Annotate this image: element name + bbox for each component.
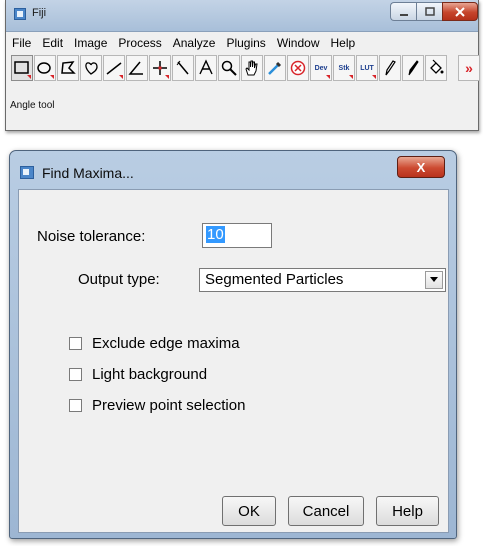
exclude-edge-maxima-option[interactable]: Exclude edge maxima xyxy=(69,335,240,352)
fiji-toolbar: Dev Stk LUT » xyxy=(11,55,481,83)
noise-tolerance-label: Noise tolerance: xyxy=(37,228,146,245)
text-icon xyxy=(199,59,213,75)
dev-label: Dev xyxy=(314,64,328,72)
menu-analyze[interactable]: Analyze xyxy=(167,34,221,52)
pencil-icon xyxy=(385,60,396,76)
preview-point-selection-label: Preview point selection xyxy=(92,397,246,414)
text-tool[interactable] xyxy=(195,55,217,81)
light-background-checkbox[interactable] xyxy=(69,368,82,381)
stk-label: Stk xyxy=(338,64,350,72)
lut-label: LUT xyxy=(360,64,374,72)
menu-window[interactable]: Window xyxy=(271,34,325,52)
point-tool[interactable] xyxy=(149,55,171,81)
minimize-button[interactable] xyxy=(390,2,416,21)
exclude-edge-maxima-checkbox[interactable] xyxy=(69,337,82,350)
close-icon: X xyxy=(416,159,426,175)
menu-image[interactable]: Image xyxy=(68,34,112,52)
noise-tolerance-input[interactable]: 10 xyxy=(202,223,272,248)
hand-icon xyxy=(245,60,258,76)
maximize-button[interactable] xyxy=(416,2,442,21)
exclude-edge-maxima-label: Exclude edge maxima xyxy=(92,335,240,352)
line-tool[interactable] xyxy=(103,55,125,81)
light-background-label: Light background xyxy=(92,366,208,383)
magnifier-icon xyxy=(221,60,237,76)
chevron-down-icon xyxy=(430,277,438,282)
preview-point-selection-option[interactable]: Preview point selection xyxy=(69,397,245,414)
dialog-close-button[interactable]: X xyxy=(397,156,445,178)
output-type-label: Output type: xyxy=(78,271,160,288)
brush-tool[interactable] xyxy=(402,55,424,81)
fiji-main-window: Fiji File Edit Image Process Analyze Plu… xyxy=(5,0,481,131)
color-picker-tool[interactable] xyxy=(264,55,286,81)
close-icon xyxy=(455,6,465,17)
magnifier-tool[interactable] xyxy=(218,55,240,81)
help-button[interactable]: Help xyxy=(376,496,439,526)
fiji-window-title: Fiji xyxy=(32,7,47,19)
menu-file[interactable]: File xyxy=(6,34,36,52)
stk-menu-tool[interactable]: Stk xyxy=(333,55,355,81)
light-background-option[interactable]: Light background xyxy=(69,366,207,383)
brush-icon xyxy=(408,60,419,76)
dialog-title: Find Maxima... xyxy=(42,165,134,181)
output-type-value: Segmented Particles xyxy=(205,271,344,288)
fiji-window-controls xyxy=(390,2,478,21)
dropdown-arrow[interactable] xyxy=(425,271,443,289)
find-maxima-dialog: Find Maxima... X Noise tolerance: 10 Out… xyxy=(9,150,457,539)
dev-menu-tool[interactable]: Dev xyxy=(310,55,332,81)
menu-plugins[interactable]: Plugins xyxy=(220,34,270,52)
status-bar: Angle tool xyxy=(10,100,55,111)
menu-help[interactable]: Help xyxy=(325,34,361,52)
fiji-close-button[interactable] xyxy=(442,2,478,21)
menu-process[interactable]: Process xyxy=(112,34,166,52)
rectangle-tool[interactable] xyxy=(11,55,33,81)
developer-menu-tool[interactable] xyxy=(287,55,309,81)
maximize-icon xyxy=(424,6,435,16)
ok-button[interactable]: OK xyxy=(222,496,276,526)
oval-tool[interactable] xyxy=(34,55,56,81)
preview-point-selection-checkbox[interactable] xyxy=(69,399,82,412)
scroll-tool[interactable] xyxy=(241,55,263,81)
more-tools-button[interactable]: » xyxy=(458,55,480,81)
flood-fill-tool[interactable] xyxy=(425,55,447,81)
dialog-app-icon xyxy=(20,166,34,179)
pencil-tool[interactable] xyxy=(379,55,401,81)
fiji-titlebar[interactable]: Fiji xyxy=(6,0,478,32)
cancel-button[interactable]: Cancel xyxy=(288,496,364,526)
angle-tool[interactable] xyxy=(126,55,148,81)
minimize-icon xyxy=(399,13,408,16)
wand-icon xyxy=(176,60,189,75)
output-type-select[interactable]: Segmented Particles xyxy=(199,268,446,292)
fiji-app-icon xyxy=(14,8,26,20)
lut-menu-tool[interactable]: LUT xyxy=(356,55,378,81)
angle-icon xyxy=(128,61,143,75)
polygon-icon xyxy=(61,61,76,74)
dialog-body: Noise tolerance: 10 Output type: Segment… xyxy=(18,189,449,533)
wand-tool[interactable] xyxy=(172,55,194,81)
freehand-icon xyxy=(85,62,98,75)
fiji-menubar: File Edit Image Process Analyze Plugins … xyxy=(6,34,478,52)
polygon-tool[interactable] xyxy=(57,55,79,81)
more-tools-label: » xyxy=(465,60,473,76)
menu-edit[interactable]: Edit xyxy=(36,34,68,52)
eyedropper-icon xyxy=(268,61,282,75)
freehand-tool[interactable] xyxy=(80,55,102,81)
stop-icon xyxy=(290,60,306,76)
noise-tolerance-value: 10 xyxy=(206,226,225,243)
flood-fill-icon xyxy=(430,59,444,74)
